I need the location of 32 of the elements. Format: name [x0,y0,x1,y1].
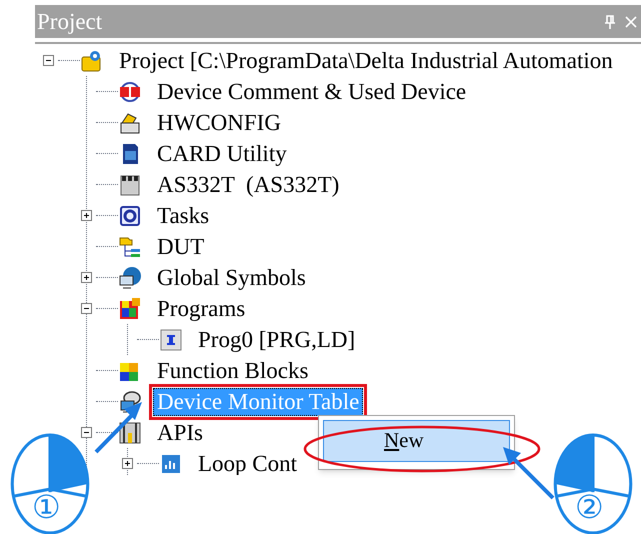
collapse-toggle[interactable] [80,427,92,438]
panel-title: Project [37,10,102,33]
gear-icon [118,204,142,228]
collapse-toggle[interactable] [42,55,54,66]
expand-toggle[interactable] [80,210,92,221]
tree-item[interactable]: AS332T (AS332T) [153,170,344,198]
step-number: ① [32,491,61,523]
tree-item[interactable]: Project [C:\ProgramData\Delta Industrial Automation [115,46,617,74]
tree-item[interactable]: Programs [153,294,250,322]
step-number: ② [575,491,604,523]
menu-item[interactable]: New [323,420,510,462]
program-icon [159,328,183,352]
pin-icon[interactable] [605,14,615,28]
module-icon [118,172,142,196]
tree-item[interactable]: Tasks [153,202,214,230]
globe-monitor-icon [118,266,142,290]
colored-blocks-icon [118,296,142,320]
expand-toggle[interactable] [80,272,92,283]
close-icon[interactable] [625,16,637,28]
tree-item[interactable]: Function Blocks [153,356,312,384]
module-icon [118,420,142,444]
tree-item[interactable]: Device Comment & Used Device [153,78,470,106]
hardware-icon [118,110,142,134]
tree-item[interactable]: Prog0 [PRG,LD] [194,326,360,354]
tree-item[interactable]: Global Symbols [153,264,310,292]
expand-toggle[interactable] [122,458,132,469]
collapse-toggle[interactable] [80,303,92,314]
folder-tree-icon [118,234,142,258]
tree-item[interactable]: APIs [153,418,208,446]
tree-item[interactable]: CARD Utility [153,140,291,168]
tree-item[interactable]: HWCONFIG [153,108,285,136]
tree-item[interactable]: DUT [153,232,208,260]
